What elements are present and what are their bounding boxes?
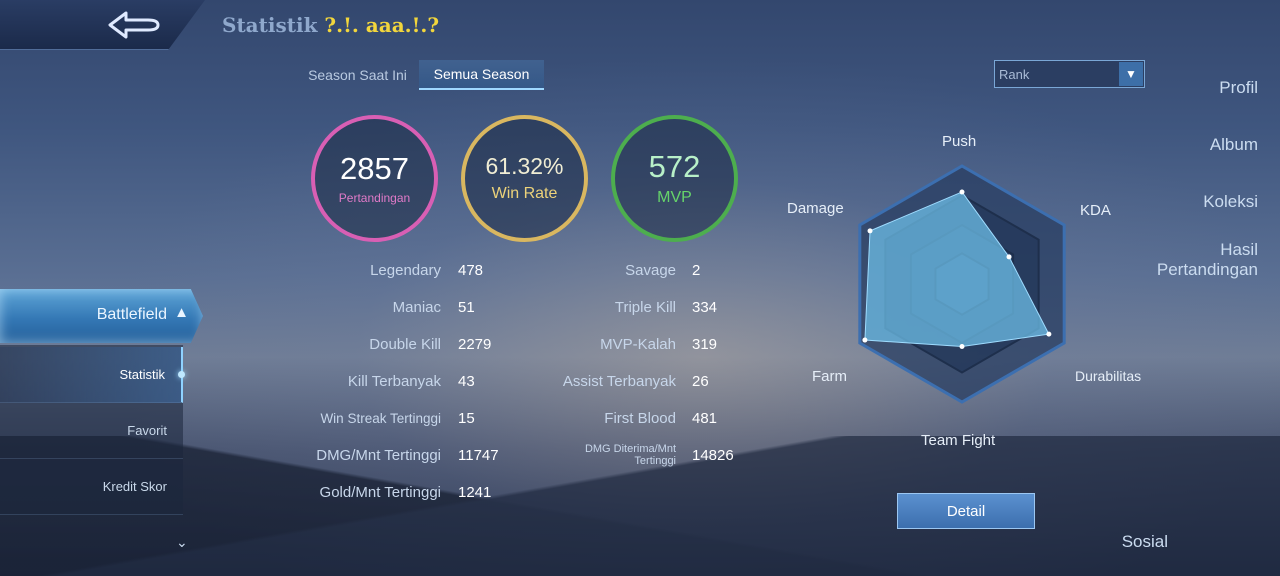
radar-label-damage: Damage bbox=[787, 200, 844, 217]
player-name: ?.!. aaa.!.? bbox=[324, 13, 440, 37]
stat-value-triple-kill: 334 bbox=[692, 299, 718, 316]
stat-value-dmg-diterima: 14826 bbox=[692, 447, 734, 464]
radar-chart bbox=[858, 164, 1066, 404]
stat-value-savage: 2 bbox=[692, 262, 701, 279]
stat-label-win-streak: Win Streak Tertinggi bbox=[320, 411, 441, 426]
stat-label-gold-mnt: Gold/Mnt Tertinggi bbox=[319, 484, 441, 501]
stat-value-kill-terbanyak: 43 bbox=[458, 373, 475, 390]
submenu-label-kredit-skor: Kredit Skor bbox=[102, 479, 167, 494]
battlefield-label: Battlefield bbox=[96, 306, 167, 323]
matches-circle: 2857 Pertandingan bbox=[311, 115, 438, 242]
stat-label-savage: Savage bbox=[625, 262, 676, 279]
submenu-label-statistik: Statistik bbox=[119, 367, 165, 382]
radar-label-team-fight: Team Fight bbox=[921, 432, 996, 449]
radar-point-damage bbox=[867, 228, 873, 234]
mvp-circle: 572 MVP bbox=[611, 115, 738, 242]
sidebar-item-profil[interactable]: Profil bbox=[1219, 78, 1258, 98]
battlefield-submenu: Statistik Favorit Kredit Skor bbox=[0, 345, 185, 515]
submenu-item-favorit[interactable]: Favorit bbox=[0, 403, 183, 459]
radar-label-kda: KDA bbox=[1080, 202, 1111, 219]
page-title: Statistik ?.!. aaa.!.? bbox=[222, 13, 439, 37]
win-rate-value: 61.32% bbox=[485, 152, 564, 179]
stat-label-dmg-diterima: DMG Diterima/Mnt Tertinggi bbox=[584, 443, 676, 467]
stat-value-legendary: 478 bbox=[458, 262, 484, 279]
radar-point-push bbox=[959, 189, 965, 195]
stat-value-double-kill: 2279 bbox=[458, 336, 492, 353]
stat-label-dmg-mnt: DMG/Mnt Tertinggi bbox=[316, 447, 441, 464]
sidebar-item-album[interactable]: Album bbox=[1210, 135, 1258, 155]
stat-label-double-kill: Double Kill bbox=[369, 336, 441, 353]
detail-button[interactable]: Detail bbox=[897, 493, 1035, 529]
tab-semua-season[interactable]: Semua Season bbox=[419, 60, 544, 90]
stat-label-maniac: Maniac bbox=[392, 299, 441, 316]
submenu-item-statistik[interactable]: Statistik bbox=[0, 347, 185, 403]
active-indicator-icon bbox=[178, 371, 185, 378]
rank-dropdown-value: Rank bbox=[999, 67, 1030, 82]
chevron-down-icon: ▼ bbox=[1119, 62, 1143, 86]
rank-dropdown[interactable]: Rank ▼ bbox=[994, 60, 1145, 88]
stat-label-first-blood: First Blood bbox=[604, 410, 676, 427]
win-rate-circle: 61.32% Win Rate bbox=[461, 115, 588, 242]
radar-label-durabilitas: Durabilitas bbox=[1075, 368, 1142, 384]
stat-value-dmg-mnt: 11747 bbox=[458, 447, 499, 464]
stat-value-assist-terbanyak: 26 bbox=[692, 373, 709, 390]
mvp-label: MVP bbox=[657, 188, 692, 206]
stat-value-gold-mnt: 1241 bbox=[458, 484, 492, 501]
stat-label-kill-terbanyak: Kill Terbanyak bbox=[347, 373, 441, 390]
sidebar-item-battlefield[interactable]: Battlefield ▲ bbox=[0, 289, 203, 343]
stat-value-first-blood: 481 bbox=[692, 410, 718, 427]
back-button[interactable] bbox=[0, 0, 205, 50]
submenu-label-favorit: Favorit bbox=[127, 423, 167, 438]
stat-label-mvp-kalah: MVP-Kalah bbox=[600, 336, 676, 353]
stat-value-maniac: 51 bbox=[458, 299, 475, 316]
radar-point-farm bbox=[862, 337, 868, 343]
stat-label-legendary: Legendary bbox=[370, 262, 441, 279]
title-text: Statistik bbox=[222, 13, 318, 37]
sidebar-item-koleksi[interactable]: Koleksi bbox=[1203, 192, 1258, 212]
radar-point-kda bbox=[1006, 254, 1012, 260]
tab-season-saat-ini[interactable]: Season Saat Ini bbox=[300, 60, 415, 90]
mvp-value: 572 bbox=[648, 149, 701, 185]
matches-label: Pertandingan bbox=[338, 190, 411, 205]
stat-value-win-streak: 15 bbox=[458, 410, 475, 427]
stat-label-assist-terbanyak: Assist Terbanyak bbox=[562, 373, 676, 390]
back-arrow-icon bbox=[108, 11, 160, 39]
matches-value: 2857 bbox=[340, 151, 409, 187]
stat-value-mvp-kalah: 319 bbox=[692, 336, 718, 353]
win-rate-label: Win Rate bbox=[491, 185, 558, 203]
chevron-down-icon: ⌄ bbox=[176, 534, 188, 550]
stat-label-triple-kill: Triple Kill bbox=[614, 299, 676, 316]
radar-point-team-fight bbox=[959, 344, 965, 350]
radar-label-push: Push bbox=[942, 133, 977, 150]
submenu-item-kredit-skor[interactable]: Kredit Skor bbox=[0, 459, 183, 515]
sidebar-item-sosial[interactable]: Sosial bbox=[1088, 532, 1168, 552]
radar-label-farm: Farm bbox=[812, 368, 847, 385]
radar-point-durabilitas bbox=[1046, 331, 1052, 337]
chevron-up-icon: ▲ bbox=[174, 304, 189, 321]
